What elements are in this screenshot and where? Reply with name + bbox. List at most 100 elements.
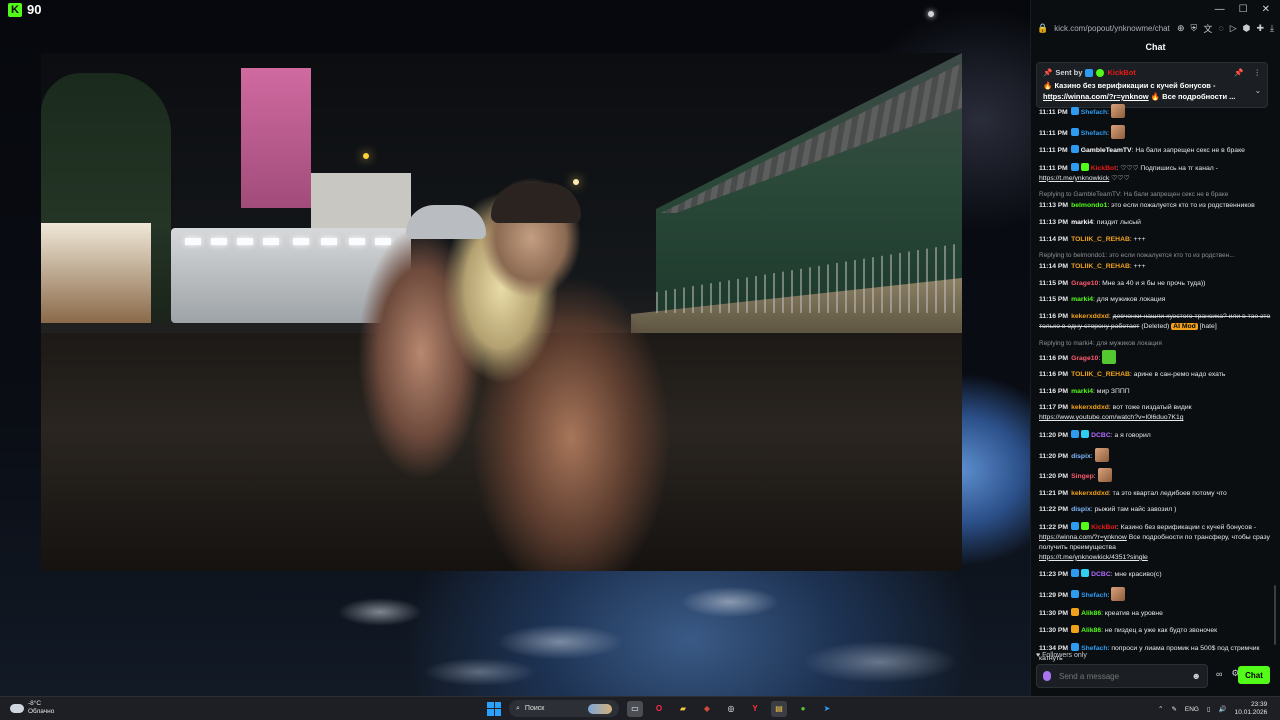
pinned-link[interactable]: https://winna.com/?r=ynknow <box>1043 92 1149 101</box>
pinned-message[interactable]: 📌 Sent by KickBot 🔥 Казино без верификац… <box>1036 62 1268 108</box>
message-username[interactable]: DCBC <box>1091 432 1111 439</box>
message-link[interactable]: https://www.youtube.com/watch?v=I0l6duo7… <box>1039 414 1184 421</box>
message-username[interactable]: kekerxddxd <box>1071 313 1109 320</box>
message-username[interactable]: TOLIIK_C_REHAB <box>1071 263 1130 270</box>
opera-icon[interactable]: O <box>651 701 667 717</box>
chat-message[interactable]: 11:20 PM DCBC: а я говорил <box>1039 429 1271 441</box>
chat-message[interactable]: 11:16 PM kekerxddxd: девчонки нашли хуэст… <box>1039 312 1271 332</box>
close-icon[interactable]: ✕ <box>1262 4 1270 15</box>
sticky-notes-icon[interactable]: ▤ <box>771 700 787 717</box>
weather-widget[interactable]: -8°C Облачно <box>10 700 54 716</box>
message-username[interactable]: Grage10 <box>1071 355 1098 362</box>
chat-message[interactable]: Replying to GambleTeamTV: На бали запрещ… <box>1039 190 1271 211</box>
translate-icon[interactable]: 文 <box>1203 22 1212 35</box>
address-bar[interactable]: 🔒 kick.com/popout/ynknowme/chat ⊕ ⛨ 文 ◌ … <box>1031 18 1280 38</box>
chat-message[interactable]: 11:22 PM KickBot: Казино без верификации … <box>1039 521 1271 563</box>
stream-video[interactable] <box>41 53 962 571</box>
reply-reference[interactable]: Replying to belmondo1: это если пожалует… <box>1039 251 1271 261</box>
reply-reference[interactable]: Replying to GambleTeamTV: На бали запрещ… <box>1039 190 1271 200</box>
infinity-icon[interactable]: ∞ <box>1216 669 1222 679</box>
chat-message[interactable]: 11:14 PM TOLIIK_C_REHAB: +++ <box>1039 235 1271 245</box>
message-username[interactable]: kekerxddxd <box>1071 404 1109 411</box>
chat-message[interactable]: 11:20 PM Singep: <box>1039 468 1271 483</box>
network-icon[interactable]: ▯ <box>1207 705 1211 713</box>
chat-input[interactable] <box>1059 671 1184 681</box>
message-username[interactable]: marki4 <box>1071 388 1093 395</box>
pinned-sender[interactable]: KickBot <box>1107 67 1135 78</box>
chat-message[interactable]: Replying to belmondo1: это если пожалует… <box>1039 251 1271 272</box>
message-link[interactable]: https://winna.com/?r=ynknow <box>1039 534 1127 541</box>
url-text[interactable]: kick.com/popout/ynknowme/chat <box>1054 24 1171 33</box>
message-username[interactable]: TOLIIK_C_REHAB <box>1071 371 1130 378</box>
language-indicator[interactable]: ENG <box>1185 706 1199 713</box>
emoji-icon[interactable]: ☻ <box>1192 671 1201 681</box>
chat-message[interactable]: 11:16 PM TOLIIK_C_REHAB: арине в сан-ремо… <box>1039 370 1271 380</box>
game-icon[interactable]: ● <box>795 701 811 717</box>
more-options-icon[interactable]: ⋮ <box>1254 67 1262 78</box>
message-username[interactable]: kekerxddxd <box>1071 490 1109 497</box>
play-icon[interactable]: ▷ <box>1230 23 1237 34</box>
message-username[interactable]: DCBC <box>1091 571 1111 578</box>
obs-icon[interactable]: ◎ <box>723 701 739 717</box>
chat-message[interactable]: 11:11 PM KickBot: ♡♡♡ Подпишись на тг кан… <box>1039 162 1271 184</box>
puzzle-icon[interactable]: ✚ <box>1256 23 1264 34</box>
message-username[interactable]: Shefach <box>1081 645 1107 652</box>
chat-message[interactable]: 11:20 PM dispix: <box>1039 447 1271 462</box>
eye-off-icon[interactable]: ◌ <box>1218 23 1223 33</box>
chevron-up-icon[interactable]: ⌃ <box>1158 705 1163 713</box>
message-username[interactable]: KickBot <box>1091 524 1117 531</box>
chat-message[interactable]: 11:29 PM Shefach: <box>1039 587 1271 602</box>
chat-message[interactable]: 11:21 PM kekerxddxd: та это квартал ледиб… <box>1039 489 1271 499</box>
chat-message[interactable]: 11:11 PM Shefach: <box>1039 104 1271 118</box>
message-username[interactable]: Alik86 <box>1081 627 1101 634</box>
chat-message[interactable]: 11:11 PM Shefach: <box>1039 124 1271 139</box>
message-username[interactable]: belmondo1 <box>1071 202 1107 209</box>
message-username[interactable]: dispix <box>1071 506 1091 513</box>
reply-reference[interactable]: Replying to marki4: для мужиков локация <box>1039 339 1271 349</box>
maximize-icon[interactable]: ☐ <box>1239 4 1248 15</box>
task-view-icon[interactable]: ▭ <box>627 700 643 717</box>
message-username[interactable]: Shefach <box>1081 592 1107 599</box>
minimize-icon[interactable]: — <box>1215 4 1225 15</box>
chat-message[interactable]: 11:15 PM marki4: для мужиков локация <box>1039 295 1271 305</box>
message-username[interactable]: Singep <box>1071 473 1094 480</box>
message-username[interactable]: Shefach <box>1081 109 1107 116</box>
taskbar-search[interactable]: ⌕ Поиск <box>509 700 619 717</box>
chat-message[interactable]: Replying to marki4: для мужиков локация 1… <box>1039 339 1271 364</box>
unpin-icon[interactable]: 📌 <box>1234 67 1243 78</box>
message-username[interactable]: Shefach <box>1081 130 1107 137</box>
chat-message-list[interactable]: 11:11 PM Shefach: 11:11 PM Shefach: 11:11 … <box>1039 104 1271 662</box>
message-link[interactable]: https://t.me/ynknowkick/4351?single <box>1039 554 1148 561</box>
chat-scrollbar[interactable] <box>1274 585 1276 645</box>
chat-message[interactable]: 11:30 PM Alik86: креатив на уровне <box>1039 607 1271 619</box>
message-username[interactable]: KickBot <box>1091 165 1117 172</box>
pen-icon[interactable]: ✎ <box>1171 705 1176 713</box>
chat-message[interactable]: 11:11 PM GambleTeamTV: На бали запрещен с… <box>1039 145 1271 156</box>
chat-composer[interactable]: ☻ <box>1036 664 1208 688</box>
message-username[interactable]: GambleTeamTV <box>1081 147 1132 154</box>
file-explorer-icon[interactable]: ▰ <box>675 701 691 717</box>
message-link[interactable]: https://t.me/ynknowkick <box>1039 175 1109 182</box>
message-username[interactable]: dispix <box>1071 453 1091 460</box>
chat-message[interactable]: 11:16 PM marki4: мир ЗППП <box>1039 387 1271 397</box>
extension-icon[interactable]: ⬢ <box>1243 23 1251 34</box>
volume-icon[interactable]: 🔊 <box>1219 705 1227 713</box>
message-username[interactable]: marki4 <box>1071 219 1093 226</box>
chat-message[interactable]: 11:17 PM kekerxddxd: вот тоже пиздатый ви… <box>1039 403 1271 423</box>
zoom-icon[interactable]: ⊕ <box>1177 23 1185 34</box>
chat-message[interactable]: 11:15 PM Grage10: Мне за 40 и я бы не про… <box>1039 279 1271 289</box>
download-icon[interactable]: ⤓ <box>1270 23 1274 34</box>
chat-message[interactable]: 11:23 PM DCBC: мне красиво(с) <box>1039 569 1271 580</box>
message-username[interactable]: Alik86 <box>1081 610 1101 617</box>
chat-message[interactable]: 11:30 PM Alik86: не пиздец а уже как будт… <box>1039 625 1271 636</box>
message-username[interactable]: TOLIIK_C_REHAB <box>1071 236 1130 243</box>
yandex-icon[interactable]: Y <box>747 701 763 717</box>
microphone-icon[interactable] <box>1043 671 1051 681</box>
message-username[interactable]: Grage10 <box>1071 280 1098 287</box>
message-username[interactable]: marki4 <box>1071 296 1093 303</box>
telegram-icon[interactable]: ➤ <box>819 701 835 717</box>
chat-message[interactable]: 11:22 PM dispix: рыжий там найс завозил ) <box>1039 505 1271 515</box>
app-icon[interactable]: ◆ <box>699 701 715 717</box>
send-chat-button[interactable]: Chat <box>1238 666 1270 684</box>
clock[interactable]: 23:39 10.01.2026 <box>1235 701 1268 717</box>
